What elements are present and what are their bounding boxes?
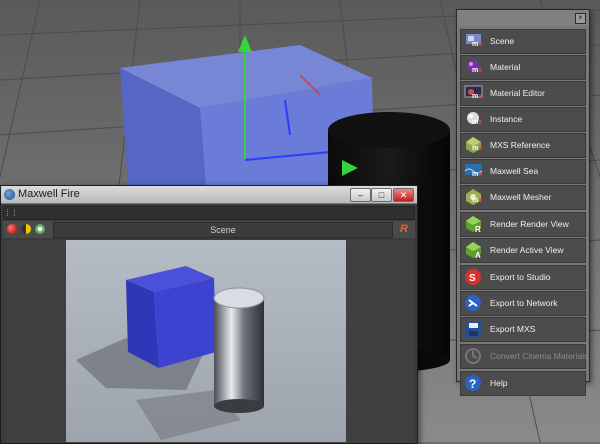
fire-strip-handle[interactable] <box>3 206 415 220</box>
palette-item-maxwell-mesher[interactable]: mx Maxwell Mesher <box>460 185 586 210</box>
instance-icon: mx <box>464 110 483 129</box>
fire-titlebar[interactable]: Maxwell Fire – □ ✕ <box>1 186 417 204</box>
render-cylinder <box>214 298 264 406</box>
render-cube-front <box>154 278 216 368</box>
convert-materials-icon <box>464 347 483 366</box>
render-area <box>4 240 414 443</box>
palette-item-export-to-studio[interactable]: S Export to Studio <box>460 265 586 290</box>
refresh-render-icon[interactable] <box>35 224 45 234</box>
mxs-reference-icon: mx <box>464 136 483 155</box>
svg-text:R: R <box>475 225 481 234</box>
maximize-button[interactable]: □ <box>371 188 392 202</box>
close-button[interactable]: ✕ <box>393 188 414 202</box>
palette-item-convert-cinema-materials[interactable]: Convert Cinema Materials <box>460 344 588 369</box>
palette-item-instance[interactable]: mx Instance <box>460 107 586 132</box>
maxwell-palette: × mx Scene mx Material mx Material Edito… <box>456 9 590 396</box>
svg-text:S: S <box>469 273 476 284</box>
export-network-icon <box>464 294 483 313</box>
palette-item-help[interactable]: ? Help <box>460 371 586 396</box>
maxwell-mesher-icon: mx <box>464 188 483 207</box>
render-button[interactable]: R <box>397 222 411 236</box>
scene-icon: mx <box>464 32 483 51</box>
scene-field[interactable]: Scene <box>53 222 393 238</box>
palette-item-render-render-view[interactable]: R Render Render View <box>460 212 586 237</box>
palette-header[interactable]: × <box>457 10 589 26</box>
stop-render-icon[interactable] <box>7 224 17 234</box>
render-preview-image <box>66 240 346 442</box>
pause-render-icon[interactable] <box>21 224 31 234</box>
maxwell-logo-icon <box>4 189 15 200</box>
export-mxs-icon <box>464 320 483 339</box>
grip-icon <box>7 209 15 216</box>
palette-item-render-active-view[interactable]: A Render Active View <box>460 238 586 263</box>
palette-item-maxwell-sea[interactable]: mx Maxwell Sea <box>460 159 586 184</box>
svg-text:?: ? <box>469 377 476 391</box>
render-render-view-icon: R <box>464 215 483 234</box>
palette-item-mxs-reference[interactable]: mx MXS Reference <box>460 133 586 158</box>
palette-close-button[interactable]: × <box>575 13 586 24</box>
palette-item-material[interactable]: mx Material <box>460 55 586 80</box>
maxwell-fire-window[interactable]: Maxwell Fire – □ ✕ Scene R <box>0 185 418 444</box>
fire-window-title: Maxwell Fire <box>18 188 80 200</box>
maxwell-sea-icon: mx <box>464 162 483 181</box>
palette-item-material-editor[interactable]: mx Material Editor <box>460 81 586 106</box>
minimize-button[interactable]: – <box>350 188 371 202</box>
palette-item-export-mxs[interactable]: Export MXS <box>460 317 586 342</box>
material-sphere-icon: mx <box>464 58 483 77</box>
fire-toolbar: Scene R <box>3 221 415 238</box>
material-editor-icon: mx <box>464 84 483 103</box>
render-active-view-icon: A <box>464 241 483 260</box>
palette-item-scene[interactable]: mx Scene <box>460 29 586 54</box>
help-icon: ? <box>464 374 483 393</box>
export-studio-icon: S <box>464 268 483 287</box>
svg-text:A: A <box>475 251 481 260</box>
palette-item-export-to-network[interactable]: Export to Network <box>460 291 586 316</box>
